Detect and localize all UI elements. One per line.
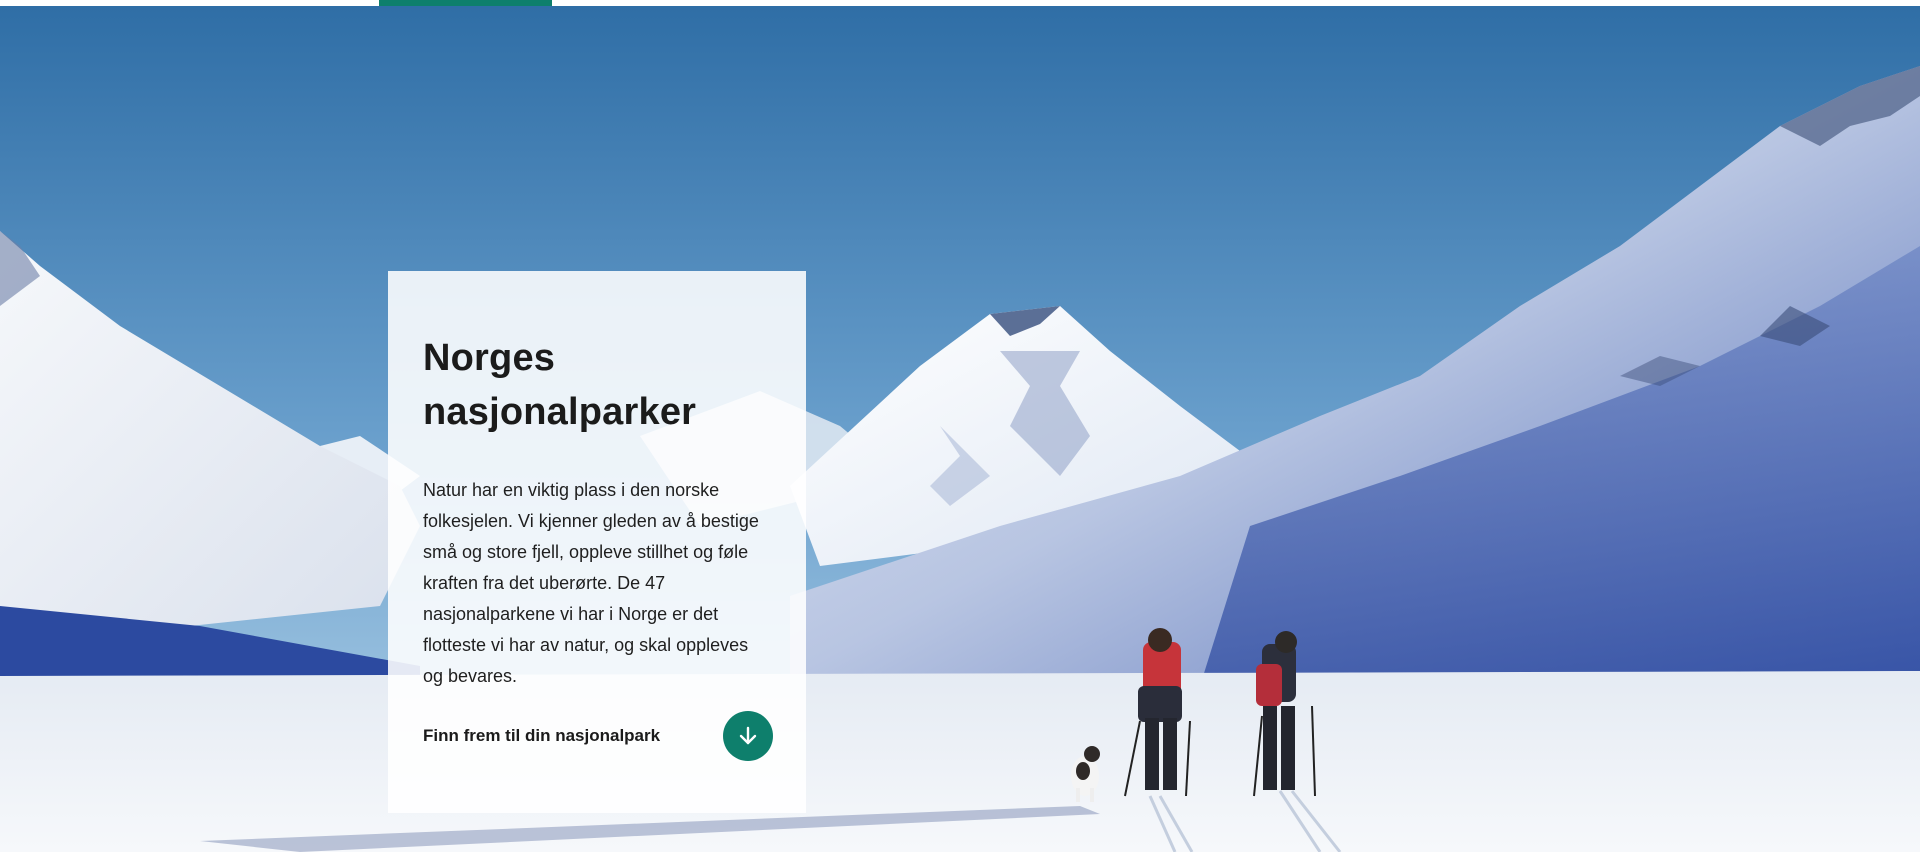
arrow-down-icon bbox=[739, 726, 757, 745]
page-title: Norges nasjonalparker bbox=[423, 337, 697, 433]
scroll-down-button[interactable] bbox=[723, 711, 773, 761]
find-national-park-link[interactable]: Finn frem til din nasjonalpark bbox=[423, 711, 773, 761]
intro-card: Norges nasjonalparker Natur har en vikti… bbox=[388, 271, 806, 813]
hero-image bbox=[0, 6, 1920, 852]
winter-landscape-illustration bbox=[0, 6, 1920, 852]
intro-text: Natur har en viktig plass i den norske f… bbox=[423, 480, 759, 686]
page: Norges nasjonalparker Natur har en vikti… bbox=[0, 0, 1920, 852]
top-navigation-strip bbox=[0, 0, 1920, 6]
find-national-park-label: Finn frem til din nasjonalpark bbox=[423, 726, 661, 745]
active-tab-indicator bbox=[379, 0, 552, 6]
